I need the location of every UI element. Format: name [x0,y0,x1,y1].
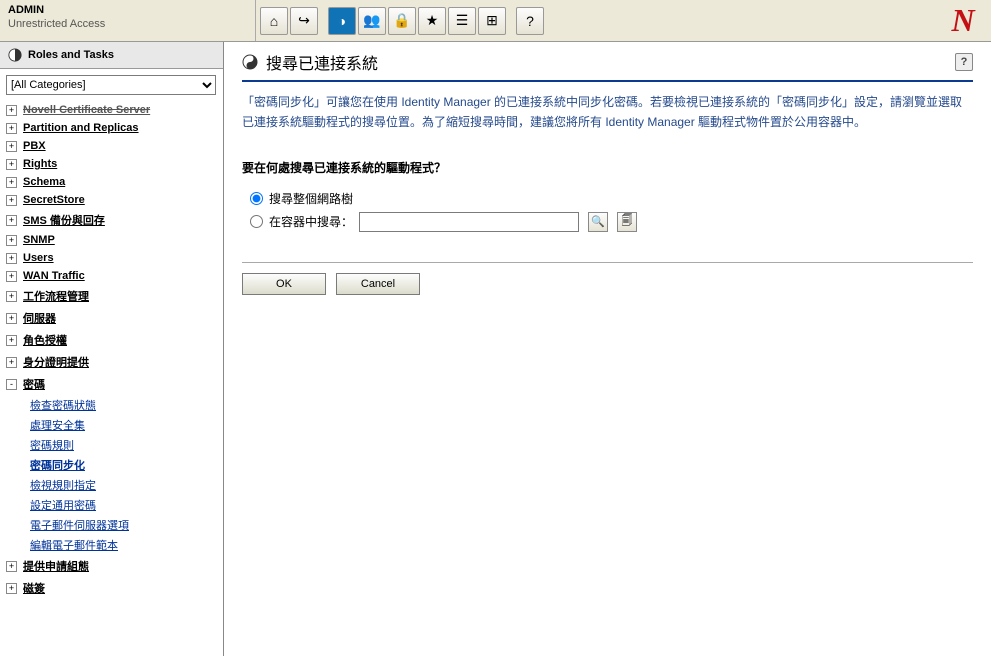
sidebar-item-users[interactable]: +Users [6,249,217,267]
radio-row-container: 在容器中搜尋： 🔍 🗐 [250,212,973,232]
category-select-wrap: [All Categories] [6,75,216,95]
sidebar-item-snmp[interactable]: +SNMP [6,231,217,249]
list-icon[interactable]: ☰ [448,7,476,35]
org-icon[interactable]: ⊞ [478,7,506,35]
container-input[interactable] [359,212,579,232]
sidebar-tree[interactable]: +Novell Certificate Server +Partition an… [0,101,223,656]
radio-search-container-label: 在容器中搜尋： [269,213,353,230]
help-button[interactable]: ? [955,53,973,71]
button-row: OK Cancel [242,273,973,295]
sidebar-item-servers[interactable]: +伺服器 [6,307,217,329]
sidebar-item-cert-server[interactable]: +Novell Certificate Server [6,101,217,119]
separator [242,262,973,263]
page-header: 搜尋已連接系統 ? [242,50,973,82]
home-icon[interactable]: ⌂ [260,7,288,35]
sub-universal[interactable]: 設定通用密碼 [30,495,217,515]
sub-sync[interactable]: 密碼同步化 [30,455,217,475]
sidebar-item-rights[interactable]: +Rights [6,155,217,173]
radio-search-tree-label: 搜尋整個網路樹 [269,190,353,207]
sidebar-item-password[interactable]: -密碼 [6,373,217,395]
sidebar-item-secretstore[interactable]: +SecretStore [6,191,217,209]
users-icon[interactable]: 👥 [358,7,386,35]
help-icon[interactable]: ? [516,7,544,35]
radio-search-container[interactable] [250,215,263,228]
sidebar-item-partition[interactable]: +Partition and Replicas [6,119,217,137]
exit-icon[interactable]: ↪ [290,7,318,35]
sub-email-template[interactable]: 編輯電子郵件範本 [30,535,217,555]
sidebar-item-provision[interactable]: +提供申請組態 [6,555,217,577]
sub-policy-set[interactable]: 處理安全集 [30,415,217,435]
password-subtree: 檢查密碼狀態 處理安全集 密碼規則 密碼同步化 檢視規則指定 設定通用密碼 電子… [6,395,217,555]
roles-icon [8,48,22,62]
page-title: 搜尋已連接系統 [266,50,955,74]
novell-logo: N [935,0,991,42]
question-text: 要在何處搜尋已連接系統的驅動程式？ [242,159,973,176]
star-icon[interactable]: ★ [418,7,446,35]
sidebar-item-pbx[interactable]: +PBX [6,137,217,155]
sidebar-header-label: Roles and Tasks [28,49,114,61]
sidebar-item-workflow[interactable]: +工作流程管理 [6,285,217,307]
sidebar-item-identity[interactable]: +身分證明提供 [6,351,217,373]
header: ADMIN Unrestricted Access ⌂ ↪ ◑ 👥 🔒 ★ ☰ … [0,0,991,42]
sidebar-item-sms[interactable]: +SMS 備份與回存 [6,209,217,231]
browse-icon[interactable]: 🔍 [588,212,608,232]
history-icon[interactable]: 🗐 [617,212,637,232]
lock-icon[interactable]: 🔒 [388,7,416,35]
sidebar-item-roleauth[interactable]: +角色授權 [6,329,217,351]
radio-row-tree: 搜尋整個網路樹 [250,190,973,207]
yinyang-icon [242,54,258,70]
sidebar-item-schema[interactable]: +Schema [6,173,217,191]
header-admin-title: ADMIN [8,4,247,16]
toolbar: ⌂ ↪ ◑ 👥 🔒 ★ ☰ ⊞ ? N [256,0,991,41]
header-access-label: Unrestricted Access [8,18,247,30]
radio-search-tree[interactable] [250,192,263,205]
sub-rules[interactable]: 密碼規則 [30,435,217,455]
sidebar-item-wan[interactable]: +WAN Traffic [6,267,217,285]
intro-text: 「密碼同步化」可讓您在使用 Identity Manager 的已連接系統中同步… [242,92,973,133]
sub-check-status[interactable]: 檢查密碼狀態 [30,395,217,415]
tag-icon[interactable]: ◑ [328,7,356,35]
category-select[interactable]: [All Categories] [6,75,216,95]
header-left: ADMIN Unrestricted Access [0,0,256,41]
sub-email-server[interactable]: 電子郵件伺服器選項 [30,515,217,535]
ok-button[interactable]: OK [242,273,326,295]
cancel-button[interactable]: Cancel [336,273,420,295]
content: 搜尋已連接系統 ? 「密碼同步化」可讓您在使用 Identity Manager… [224,42,991,656]
sidebar-header: Roles and Tasks [0,42,223,69]
sub-view-assign[interactable]: 檢視規則指定 [30,475,217,495]
sidebar-item-disk[interactable]: +磁簽 [6,577,217,599]
sidebar: Roles and Tasks [All Categories] +Novell… [0,42,224,656]
